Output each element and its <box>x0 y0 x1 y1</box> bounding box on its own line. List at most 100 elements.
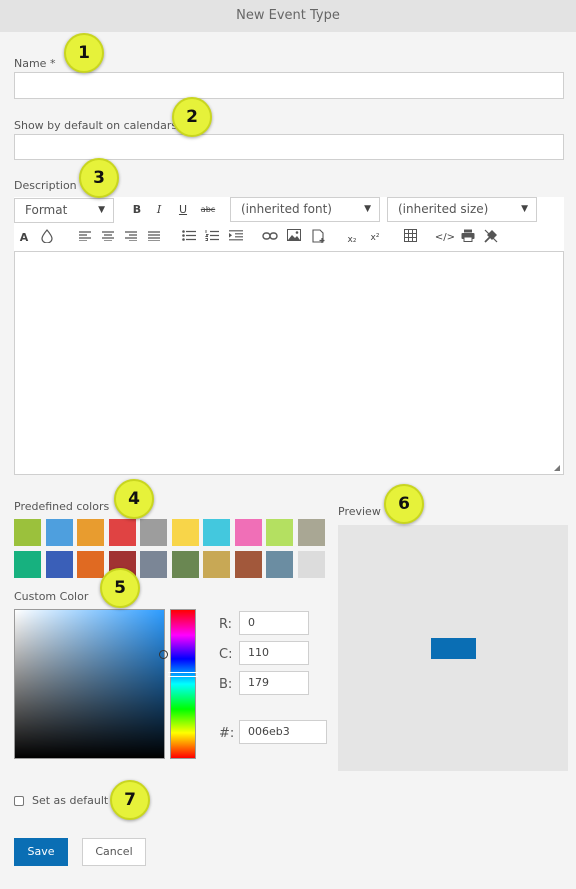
saturation-value-picker[interactable] <box>14 609 168 759</box>
editor-toolbar: Format ▼ B I U abc (inherited font) ▼ (i… <box>14 197 564 251</box>
superscript-button[interactable]: x² <box>366 229 384 247</box>
picker-cursor[interactable] <box>159 650 168 659</box>
resize-handle-icon[interactable] <box>554 465 560 471</box>
source-code-button[interactable]: </> <box>434 229 456 247</box>
insert-file-button[interactable] <box>310 229 328 247</box>
align-justify-button[interactable] <box>145 229 163 247</box>
color-swatch[interactable] <box>234 519 262 546</box>
hue-slider-handle[interactable] <box>168 672 198 677</box>
format-dropdown-label: Format <box>25 203 68 217</box>
file-add-icon <box>312 229 325 243</box>
image-button[interactable] <box>285 229 303 247</box>
image-icon <box>287 229 301 241</box>
link-button[interactable] <box>261 229 279 247</box>
callout-badge: 1 <box>64 33 104 73</box>
chevron-down-icon: ▼ <box>521 204 528 214</box>
print-button[interactable] <box>459 229 477 247</box>
font-size-dropdown-label: (inherited size) <box>398 202 489 216</box>
callout-badge: 4 <box>114 479 154 519</box>
name-label: Name * <box>14 57 56 70</box>
show-default-input[interactable] <box>14 134 564 160</box>
strikethrough-button[interactable]: abc <box>197 201 219 219</box>
set-default-checkbox[interactable] <box>14 796 24 806</box>
color-swatch[interactable] <box>77 519 104 546</box>
green-label: C: <box>219 647 233 662</box>
blue-input[interactable]: 179 <box>239 671 309 695</box>
name-input[interactable] <box>14 72 564 99</box>
dialog-title: New Event Type <box>0 0 576 32</box>
show-default-label: Show by default on calendars <box>14 119 178 132</box>
color-swatch[interactable] <box>14 551 41 578</box>
preview-event-swatch <box>431 638 476 659</box>
indent-icon <box>229 230 243 241</box>
hex-input[interactable]: 006eb3 <box>239 720 327 744</box>
custom-color-label: Custom Color <box>14 590 89 603</box>
callout-badge: 5 <box>100 568 140 608</box>
color-swatch[interactable] <box>203 551 230 578</box>
font-size-dropdown[interactable]: (inherited size) ▼ <box>387 197 537 222</box>
print-icon <box>461 229 475 242</box>
table-icon <box>403 229 417 242</box>
color-swatch[interactable] <box>266 519 293 546</box>
highlight-button[interactable] <box>38 229 56 247</box>
align-center-icon <box>102 231 114 242</box>
red-label: R: <box>219 617 233 632</box>
format-dropdown[interactable]: Format ▼ <box>14 198 114 223</box>
chevron-down-icon: ▼ <box>98 205 105 215</box>
color-swatch[interactable] <box>266 551 293 578</box>
save-button[interactable]: Save <box>14 838 68 866</box>
align-center-button[interactable] <box>99 229 117 247</box>
clear-formatting-button[interactable] <box>482 229 500 247</box>
predefined-colors-label: Predefined colors <box>14 500 110 513</box>
color-swatch[interactable] <box>45 551 73 578</box>
subscript-button[interactable]: x₂ <box>343 231 361 249</box>
color-swatch[interactable] <box>297 551 325 578</box>
indent-button[interactable] <box>227 229 245 247</box>
preview-panel <box>338 525 568 771</box>
font-color-button[interactable]: A <box>15 229 33 247</box>
align-right-icon <box>125 231 137 242</box>
preview-label: Preview <box>338 505 381 518</box>
color-swatch[interactable] <box>140 551 167 578</box>
bullet-list-button[interactable] <box>180 229 198 247</box>
color-swatch[interactable] <box>77 551 104 578</box>
bullet-list-icon <box>182 230 196 241</box>
color-swatch[interactable] <box>171 551 199 578</box>
set-default-label: Set as default <box>32 794 109 807</box>
color-swatch[interactable] <box>45 519 73 546</box>
italic-button[interactable]: I <box>150 201 168 219</box>
align-left-icon <box>79 231 91 242</box>
color-swatch[interactable] <box>297 519 325 546</box>
color-swatch[interactable] <box>140 519 167 546</box>
font-family-dropdown-label: (inherited font) <box>241 202 332 216</box>
color-swatch[interactable] <box>108 519 136 546</box>
drop-icon <box>41 229 53 244</box>
callout-badge: 3 <box>79 158 119 198</box>
description-editor[interactable] <box>14 251 564 475</box>
table-button[interactable] <box>401 229 419 247</box>
numbered-list-icon <box>204 230 219 241</box>
color-swatch[interactable] <box>234 551 262 578</box>
bold-button[interactable]: B <box>128 201 146 219</box>
callout-badge: 6 <box>384 484 424 524</box>
hue-slider[interactable] <box>168 609 198 759</box>
callout-badge: 7 <box>110 780 150 820</box>
blue-label: B: <box>219 677 233 692</box>
red-input[interactable]: 0 <box>239 611 309 635</box>
underline-button[interactable]: U <box>174 201 192 219</box>
align-justify-icon <box>148 231 160 242</box>
callout-badge: 2 <box>172 97 212 137</box>
hex-label: #: <box>219 726 235 741</box>
color-swatch[interactable] <box>171 519 199 546</box>
color-swatch[interactable] <box>14 519 41 546</box>
green-input[interactable]: 110 <box>239 641 309 665</box>
align-left-button[interactable] <box>76 229 94 247</box>
cancel-button[interactable]: Cancel <box>82 838 146 866</box>
description-label: Description <box>14 179 77 192</box>
numbered-list-button[interactable] <box>203 229 221 247</box>
align-right-button[interactable] <box>122 229 140 247</box>
font-family-dropdown[interactable]: (inherited font) ▼ <box>230 197 380 222</box>
link-icon <box>262 232 278 240</box>
chevron-down-icon: ▼ <box>364 204 371 214</box>
color-swatch[interactable] <box>203 519 230 546</box>
